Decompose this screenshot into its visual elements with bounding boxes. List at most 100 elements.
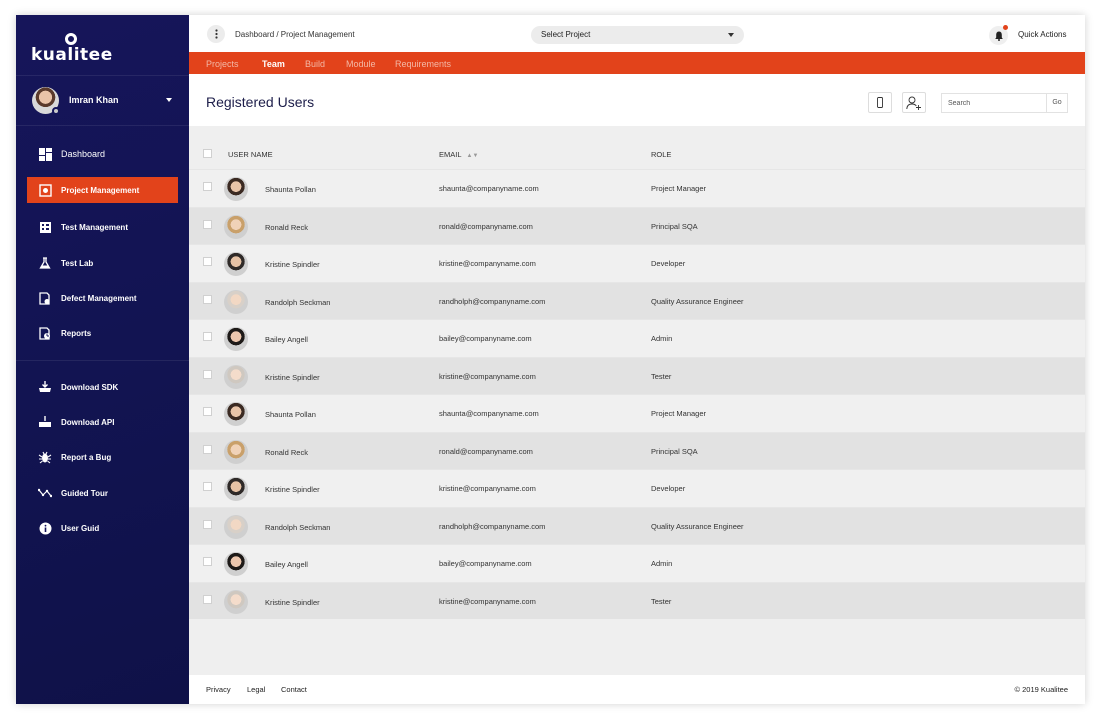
user-menu[interactable]: Imran Khan	[32, 86, 172, 115]
row-checkbox[interactable]	[203, 482, 212, 491]
tab-team[interactable]: Team	[262, 59, 285, 69]
page-title: Registered Users	[206, 94, 315, 110]
page-header: Registered Users Go	[189, 74, 1085, 126]
email-cell: kristine@companyname.com	[439, 596, 536, 606]
quick-actions-button[interactable]: Quick Actions	[1018, 30, 1066, 39]
role-cell: Quality Assurance Engineer	[651, 521, 744, 531]
select-all-checkbox[interactable]	[203, 149, 212, 158]
row-checkbox[interactable]	[203, 257, 212, 266]
role-cell: Admin	[651, 559, 673, 568]
sidebar-item-download-api[interactable]: Download API	[27, 409, 178, 435]
table-row[interactable]: Kristine Spindler kristine@companyname.co…	[189, 469, 1085, 507]
column-header-user-name[interactable]: USER NAME	[228, 150, 273, 159]
avatar	[224, 514, 248, 539]
bell-icon	[994, 31, 1003, 41]
user-name-cell: Shaunta Pollan	[265, 185, 316, 194]
avatar	[224, 552, 248, 576]
bug-icon	[38, 450, 52, 464]
table-row[interactable]: Ronald Reck ronald@companyname.com Princip…	[189, 206, 1085, 244]
column-header-email[interactable]: EMAIL ▲▼	[439, 150, 478, 159]
chevron-down-icon	[166, 98, 172, 102]
avatar	[224, 477, 248, 501]
sidebar-item-label: Report a Bug	[61, 452, 112, 462]
role-cell: Principal SQA	[651, 446, 698, 456]
user-name-cell: Kristine Spindler	[265, 372, 320, 382]
tab-bar: Projects Team Build Module Requirements	[189, 52, 1085, 74]
sidebar-item-guided-tour[interactable]: Guided Tour	[27, 480, 178, 506]
column-header-role[interactable]: ROLE	[651, 150, 671, 159]
project-select-label: Select Project	[541, 30, 591, 39]
row-checkbox[interactable]	[203, 219, 212, 229]
sidebar-item-test-management[interactable]: Test Management	[27, 214, 178, 240]
tour-icon	[38, 486, 52, 500]
email-cell: bailey@companyname.com	[439, 334, 532, 343]
main-content: Dashboard / Project Management Select Pr…	[189, 15, 1085, 704]
table-row[interactable]: Randolph Seckman randholph@companyname.co…	[189, 281, 1085, 319]
sort-icon[interactable]: ▲▼	[467, 153, 479, 159]
sidebar-item-label: Dashboard	[61, 149, 106, 159]
table-row[interactable]: Shaunta Pollan shaunta@companyname.com Pro…	[189, 394, 1085, 432]
avatar	[224, 252, 248, 276]
user-name-cell: Bailey Angell	[265, 335, 308, 344]
row-checkbox[interactable]	[203, 444, 212, 454]
more-options-icon[interactable]	[207, 25, 225, 43]
tab-module[interactable]: Module	[346, 59, 376, 69]
row-checkbox[interactable]	[203, 294, 212, 304]
row-checkbox[interactable]	[203, 594, 212, 604]
table-row[interactable]: Kristine Spindler kristine@companyname.co…	[189, 244, 1085, 282]
go-button[interactable]: Go	[1046, 94, 1067, 112]
role-cell: Tester	[651, 596, 672, 606]
user-name-cell: Shaunta Pollan	[265, 410, 316, 419]
sidebar-item-label: Download API	[61, 417, 115, 427]
project-select[interactable]: Select Project	[531, 26, 744, 44]
sidebar-item-dashboard[interactable]: Dashboard	[27, 141, 178, 167]
kualitee-logo[interactable]: kualitee	[31, 33, 112, 65]
search-input[interactable]	[942, 94, 1048, 112]
sidebar-item-download-sdk[interactable]: Download SDK	[27, 374, 178, 400]
mobile-view-button[interactable]	[868, 92, 892, 113]
tab-requirements[interactable]: Requirements	[395, 59, 451, 69]
sidebar-item-reports[interactable]: Reports	[27, 320, 178, 346]
user-name-cell: Ronald Reck	[265, 447, 308, 457]
notification-badge	[1003, 25, 1008, 30]
avatar	[224, 402, 248, 426]
row-checkbox[interactable]	[203, 182, 212, 191]
download-sdk-icon	[38, 380, 52, 394]
footer: Privacy Legal Contact © 2019 Kualitee	[189, 675, 1085, 704]
users-table: USER NAME EMAIL ▲▼ ROLE Shaunta Pollan sha…	[189, 138, 1085, 619]
avatar	[224, 289, 248, 314]
table-body: Shaunta Pollan shaunta@companyname.com Pro…	[189, 169, 1085, 619]
table-row[interactable]: Kristine Spindler kristine@companyname.co…	[189, 581, 1085, 619]
table-row[interactable]: Bailey Angell bailey@companyname.com Admin	[189, 319, 1085, 357]
app-window: kualitee Imran Khan Dashboard Project Ma…	[16, 15, 1085, 704]
sidebar-item-user-guide[interactable]: User Guid	[27, 515, 178, 541]
sidebar-item-defect-management[interactable]: Defect Management	[27, 285, 178, 311]
test-management-icon	[38, 220, 52, 234]
footer-link-privacy[interactable]: Privacy	[206, 685, 231, 694]
table-row[interactable]: Kristine Spindler kristine@companyname.co…	[189, 356, 1085, 394]
table-row[interactable]: Shaunta Pollan shaunta@companyname.com Pro…	[189, 169, 1085, 207]
table-row[interactable]: Ronald Reck ronald@companyname.com Princip…	[189, 431, 1085, 469]
footer-link-contact[interactable]: Contact	[281, 685, 307, 694]
chevron-down-icon	[728, 33, 734, 37]
download-api-icon	[38, 415, 52, 429]
tab-projects[interactable]: Projects	[206, 59, 239, 69]
row-checkbox[interactable]	[203, 369, 212, 379]
table-row[interactable]: Bailey Angell bailey@companyname.com Admin	[189, 544, 1085, 582]
row-checkbox[interactable]	[203, 557, 212, 566]
sidebar-item-label: Guided Tour	[61, 488, 108, 498]
row-checkbox[interactable]	[203, 519, 212, 529]
row-checkbox[interactable]	[203, 332, 212, 341]
add-user-button[interactable]	[902, 92, 926, 113]
sidebar-item-project-management[interactable]: Project Management	[27, 177, 178, 203]
table-row[interactable]: Randolph Seckman randholph@companyname.co…	[189, 506, 1085, 544]
tab-build[interactable]: Build	[305, 59, 325, 69]
footer-link-legal[interactable]: Legal	[247, 685, 265, 694]
notifications-button[interactable]	[989, 25, 1008, 45]
sidebar-item-label: Project Management	[61, 185, 140, 195]
email-cell: kristine@companyname.com	[439, 371, 536, 381]
sidebar-item-report-a-bug[interactable]: Report a Bug	[27, 444, 178, 470]
row-checkbox[interactable]	[203, 407, 212, 416]
email-cell: shaunta@companyname.com	[439, 184, 539, 193]
sidebar-item-test-lab[interactable]: Test Lab	[27, 250, 178, 276]
